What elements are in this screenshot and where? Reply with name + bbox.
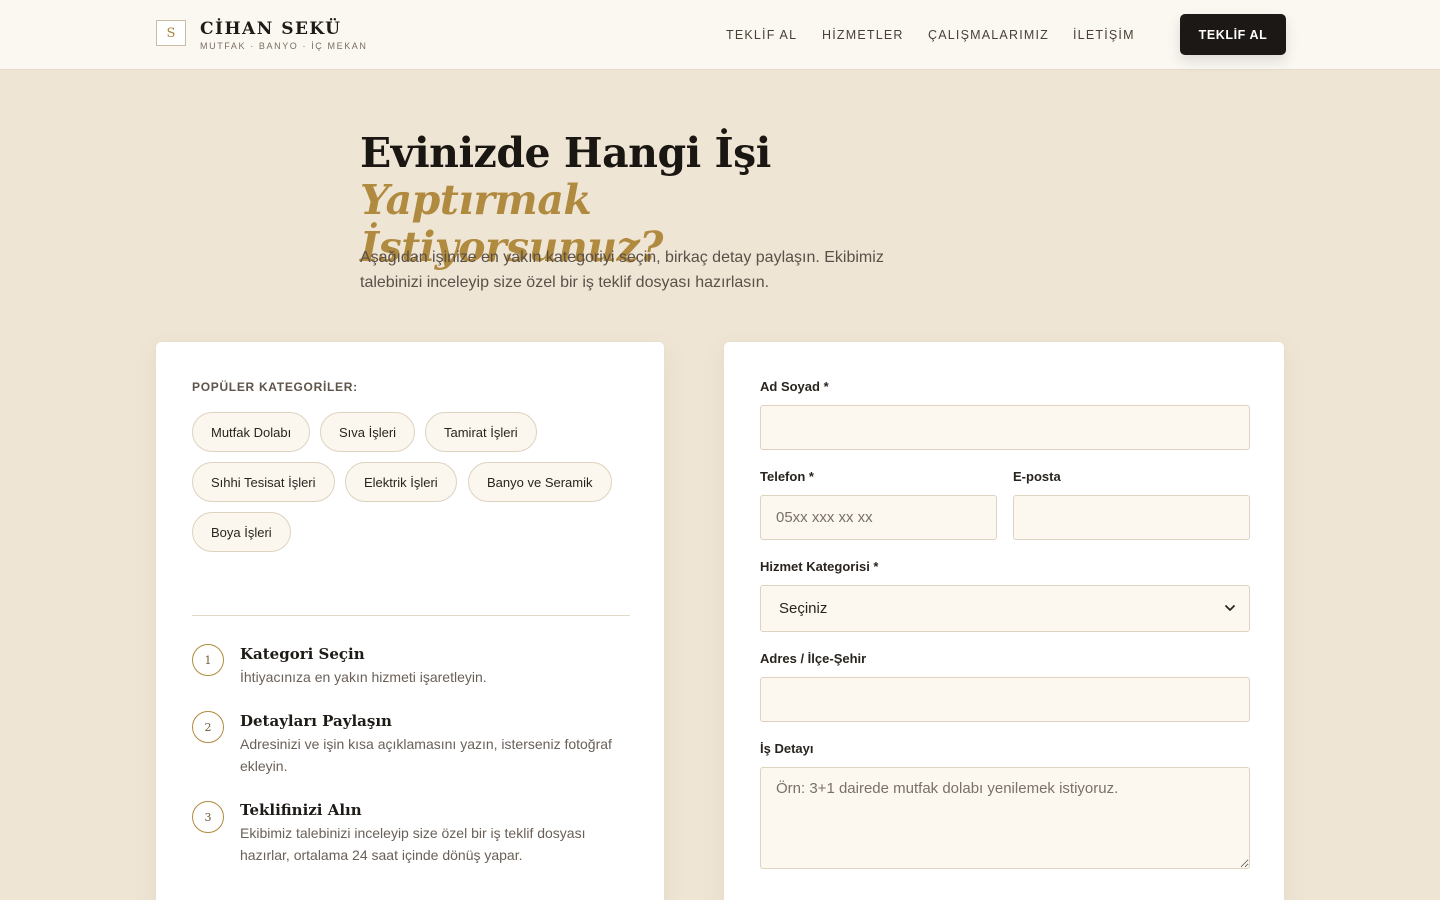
- nav-link-iletisim[interactable]: İLETİŞİM: [1073, 28, 1135, 42]
- category-select-value: Seçiniz: [779, 600, 828, 617]
- divider: [192, 615, 630, 616]
- category-chip-boya-isleri[interactable]: Boya İşleri: [192, 512, 291, 552]
- nav-link-calismalarimiz[interactable]: ÇALIŞMALARIMIZ: [928, 28, 1049, 42]
- detail-label: İş Detayı: [760, 741, 814, 756]
- nav-link-hizmetler[interactable]: HİZMETLER: [822, 28, 904, 42]
- category-chip-sihhi-tesisat[interactable]: Sıhhi Tesisat İşleri: [192, 462, 335, 502]
- step-title-1: Kategori Seçin: [240, 645, 365, 663]
- categories-label: POPÜLER KATEGORİLER:: [192, 380, 358, 394]
- address-label: Adres / İlçe-Şehir: [760, 651, 867, 666]
- site-header: S CİHAN SEKÜ MUTFAK · BANYO · İÇ MEKAN T…: [0, 0, 1440, 70]
- name-label: Ad Soyad *: [760, 379, 829, 394]
- chevron-down-icon: [1225, 605, 1235, 611]
- step-desc-3: Ekibimiz talebinizi inceleyip size özel …: [240, 825, 586, 863]
- name-field[interactable]: [760, 405, 1250, 450]
- category-select[interactable]: Seçiniz: [760, 585, 1250, 632]
- email-field[interactable]: [1013, 495, 1250, 540]
- page-title-main: Evinizde Hangi İşi: [360, 129, 771, 177]
- category-chip-siva-isleri[interactable]: Sıva İşleri: [320, 412, 416, 452]
- phone-field[interactable]: [760, 495, 997, 540]
- logo-icon[interactable]: S: [156, 20, 186, 46]
- header-cta-button[interactable]: TEKLİF AL: [1180, 14, 1286, 55]
- category-chip-mutfak-dolabi[interactable]: Mutfak Dolabı: [192, 412, 311, 452]
- categories-card: POPÜLER KATEGORİLER: Mutfak Dolabı Sıva …: [155, 341, 665, 900]
- phone-label: Telefon *: [760, 469, 814, 484]
- step-title-3: Teklifinizi Alın: [240, 801, 362, 819]
- brand-name[interactable]: CİHAN SEKÜ: [200, 19, 341, 39]
- detail-textarea[interactable]: [760, 767, 1250, 869]
- step-title-2: Detayları Paylaşın: [240, 712, 392, 730]
- step-number-2: 2: [192, 711, 224, 743]
- hero-description: Aşağıdan işinize en yakın kategoriyi seç…: [360, 249, 884, 291]
- step-desc-1: İhtiyacınıza en yakın hizmeti işaretleyi…: [240, 669, 487, 685]
- email-label: E-posta: [1013, 469, 1061, 484]
- step-number-1: 1: [192, 644, 224, 676]
- address-field[interactable]: [760, 677, 1250, 722]
- nav-link-teklif-al[interactable]: TEKLİF AL: [726, 28, 797, 42]
- category-label: Hizmet Kategorisi *: [760, 559, 879, 574]
- step-number-3: 3: [192, 801, 224, 833]
- brand-tagline: MUTFAK · BANYO · İÇ MEKAN: [200, 41, 368, 51]
- category-chip-banyo-seramik[interactable]: Banyo ve Seramik: [468, 462, 612, 502]
- step-desc-2: Adresinizi ve işin kısa açıklamasını yaz…: [240, 736, 612, 774]
- category-chip-elektrik-isleri[interactable]: Elektrik İşleri: [345, 462, 457, 502]
- page-title-accent-1: Yaptırmak: [360, 176, 592, 224]
- category-chip-tamirat-isleri[interactable]: Tamirat İşleri: [425, 412, 537, 452]
- quote-form-card: Ad Soyad * Telefon * E-posta Hizmet Kate…: [723, 341, 1285, 900]
